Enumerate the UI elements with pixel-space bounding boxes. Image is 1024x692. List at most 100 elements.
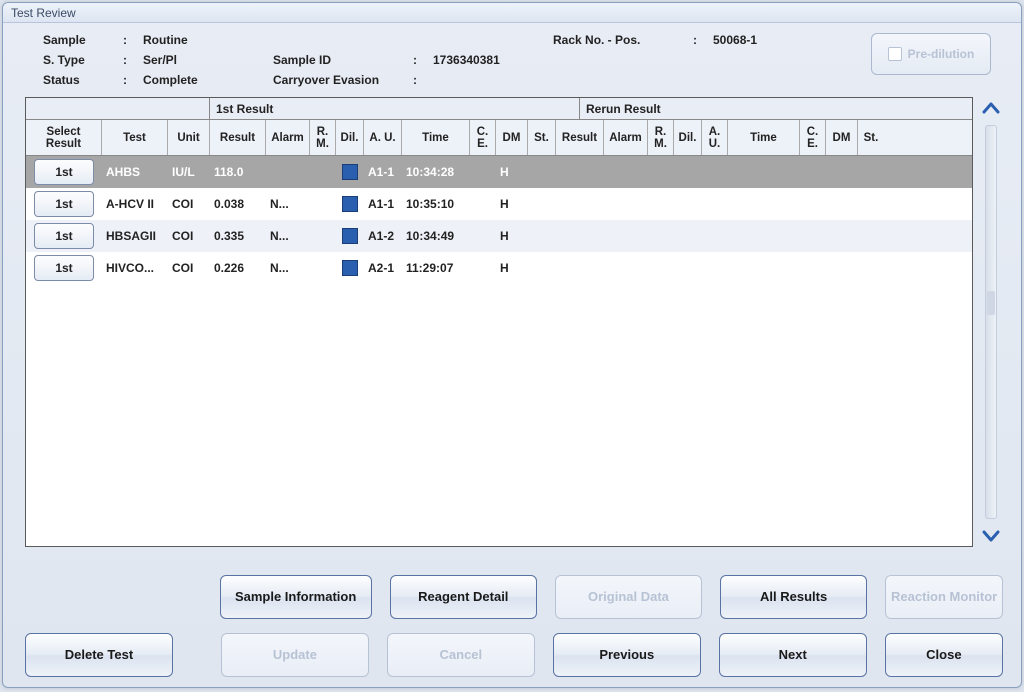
select-result-button[interactable]: 1st [34,159,94,185]
previous-button[interactable]: Previous [553,633,701,677]
cell-dil [336,260,364,276]
button-area: Sample Information Reagent Detail Origin… [25,561,1003,677]
cell-time: 10:34:49 [402,229,470,243]
select-result-button[interactable]: 1st [34,223,94,249]
pre-dilution-checkbox[interactable] [888,47,902,61]
dilution-icon [342,196,358,212]
cell-unit: COI [168,197,210,211]
cell-au: A1-1 [364,165,402,179]
col-rerun-au: A. U. [702,120,728,155]
section-first-result: 1st Result [210,98,580,119]
col-rerun-st: St. [858,120,884,155]
all-results-button[interactable]: All Results [720,575,867,619]
value-rack: 50068-1 [713,33,813,47]
col-rerun-time: Time [728,120,800,155]
cell-test: AHBS [102,165,168,179]
col-ce: C. E. [470,120,496,155]
window-title: Test Review [3,3,1021,23]
reaction-monitor-button[interactable]: Reaction Monitor [885,575,1003,619]
header-area: Sample S. Type Status : : : Routine Ser/… [3,23,1021,93]
label-status: Status [43,73,123,87]
pre-dilution-label: Pre-dilution [908,47,975,61]
cell-dm: H [496,261,528,275]
update-button[interactable]: Update [221,633,369,677]
col-dm: DM [496,120,528,155]
label-carryover: Carryover Evasion [273,73,413,87]
col-time: Time [402,120,470,155]
col-au: A. U. [364,120,402,155]
cell-unit: COI [168,229,210,243]
reagent-detail-button[interactable]: Reagent Detail [390,575,537,619]
cell-test: HIVCO... [102,261,168,275]
cell-au: A1-2 [364,229,402,243]
cell-time: 10:35:10 [402,197,470,211]
dilution-icon [342,228,358,244]
next-button[interactable]: Next [719,633,867,677]
pre-dilution-button[interactable]: Pre-dilution [871,33,991,75]
col-rerun-dil: Dil. [674,120,702,155]
col-test: Test [102,120,168,155]
cell-result: 0.038 [210,197,266,211]
col-alarm: Alarm [266,120,310,155]
value-s-type: Ser/Pl [143,53,273,67]
table-row[interactable]: 1st HBSAGIICOI0.335N... A1-210:34:49 H [26,220,972,252]
label-s-type: S. Type [43,53,123,67]
label-rack: Rack No. - Pos. [553,33,693,47]
cell-result: 0.335 [210,229,266,243]
col-rm: R. M. [310,120,336,155]
label-sample: Sample [43,33,123,47]
select-result-button[interactable]: 1st [34,191,94,217]
col-select-result: Select Result [26,120,102,155]
original-data-button[interactable]: Original Data [555,575,702,619]
cell-dm: H [496,229,528,243]
scroll-up-button[interactable] [979,97,1003,121]
col-dil: Dil. [336,120,364,155]
dilution-icon [342,164,358,180]
cell-dil [336,196,364,212]
col-st: St. [528,120,556,155]
col-rerun-alarm: Alarm [604,120,648,155]
col-result: Result [210,120,266,155]
cell-time: 10:34:28 [402,165,470,179]
cell-result: 118.0 [210,165,266,179]
close-button[interactable]: Close [885,633,1003,677]
col-rerun-dm: DM [826,120,858,155]
table-row[interactable]: 1st AHBSIU/L118.0 A1-110:34:28 H [26,156,972,188]
col-rerun-rm: R. M. [648,120,674,155]
col-rerun-ce: C. E. [800,120,826,155]
scroll-down-button[interactable] [979,523,1003,547]
cell-alarm: N... [266,229,310,243]
select-result-button[interactable]: 1st [34,255,94,281]
col-unit: Unit [168,120,210,155]
vertical-scrollbar[interactable] [973,97,1003,547]
results-table: 1st Result Rerun Result Select Result Te… [25,97,1003,547]
value-sample: Routine [143,33,273,47]
value-status: Complete [143,73,273,87]
test-review-window: Test Review Sample S. Type Status : : : … [2,2,1022,688]
cell-au: A2-1 [364,261,402,275]
cell-test: A-HCV II [102,197,168,211]
label-sample-id: Sample ID [273,53,413,67]
cell-unit: COI [168,261,210,275]
cell-test: HBSAGII [102,229,168,243]
delete-test-button[interactable]: Delete Test [25,633,173,677]
cell-unit: IU/L [168,165,210,179]
cell-au: A1-1 [364,197,402,211]
cell-dil [336,164,364,180]
value-sample-id: 1736340381 [433,53,553,67]
cell-dm: H [496,197,528,211]
chevron-up-icon [981,99,1001,119]
sample-information-button[interactable]: Sample Information [220,575,372,619]
chevron-down-icon [981,525,1001,545]
table-row[interactable]: 1st HIVCO...COI0.226N... A2-111:29:07 H [26,252,972,284]
cell-time: 11:29:07 [402,261,470,275]
cancel-button[interactable]: Cancel [387,633,535,677]
cell-result: 0.226 [210,261,266,275]
cell-alarm: N... [266,261,310,275]
cell-dm: H [496,165,528,179]
scroll-thumb[interactable] [987,291,995,315]
scroll-track[interactable] [985,125,997,519]
dilution-icon [342,260,358,276]
cell-alarm: N... [266,197,310,211]
table-row[interactable]: 1st A-HCV IICOI0.038N... A1-110:35:10 H [26,188,972,220]
